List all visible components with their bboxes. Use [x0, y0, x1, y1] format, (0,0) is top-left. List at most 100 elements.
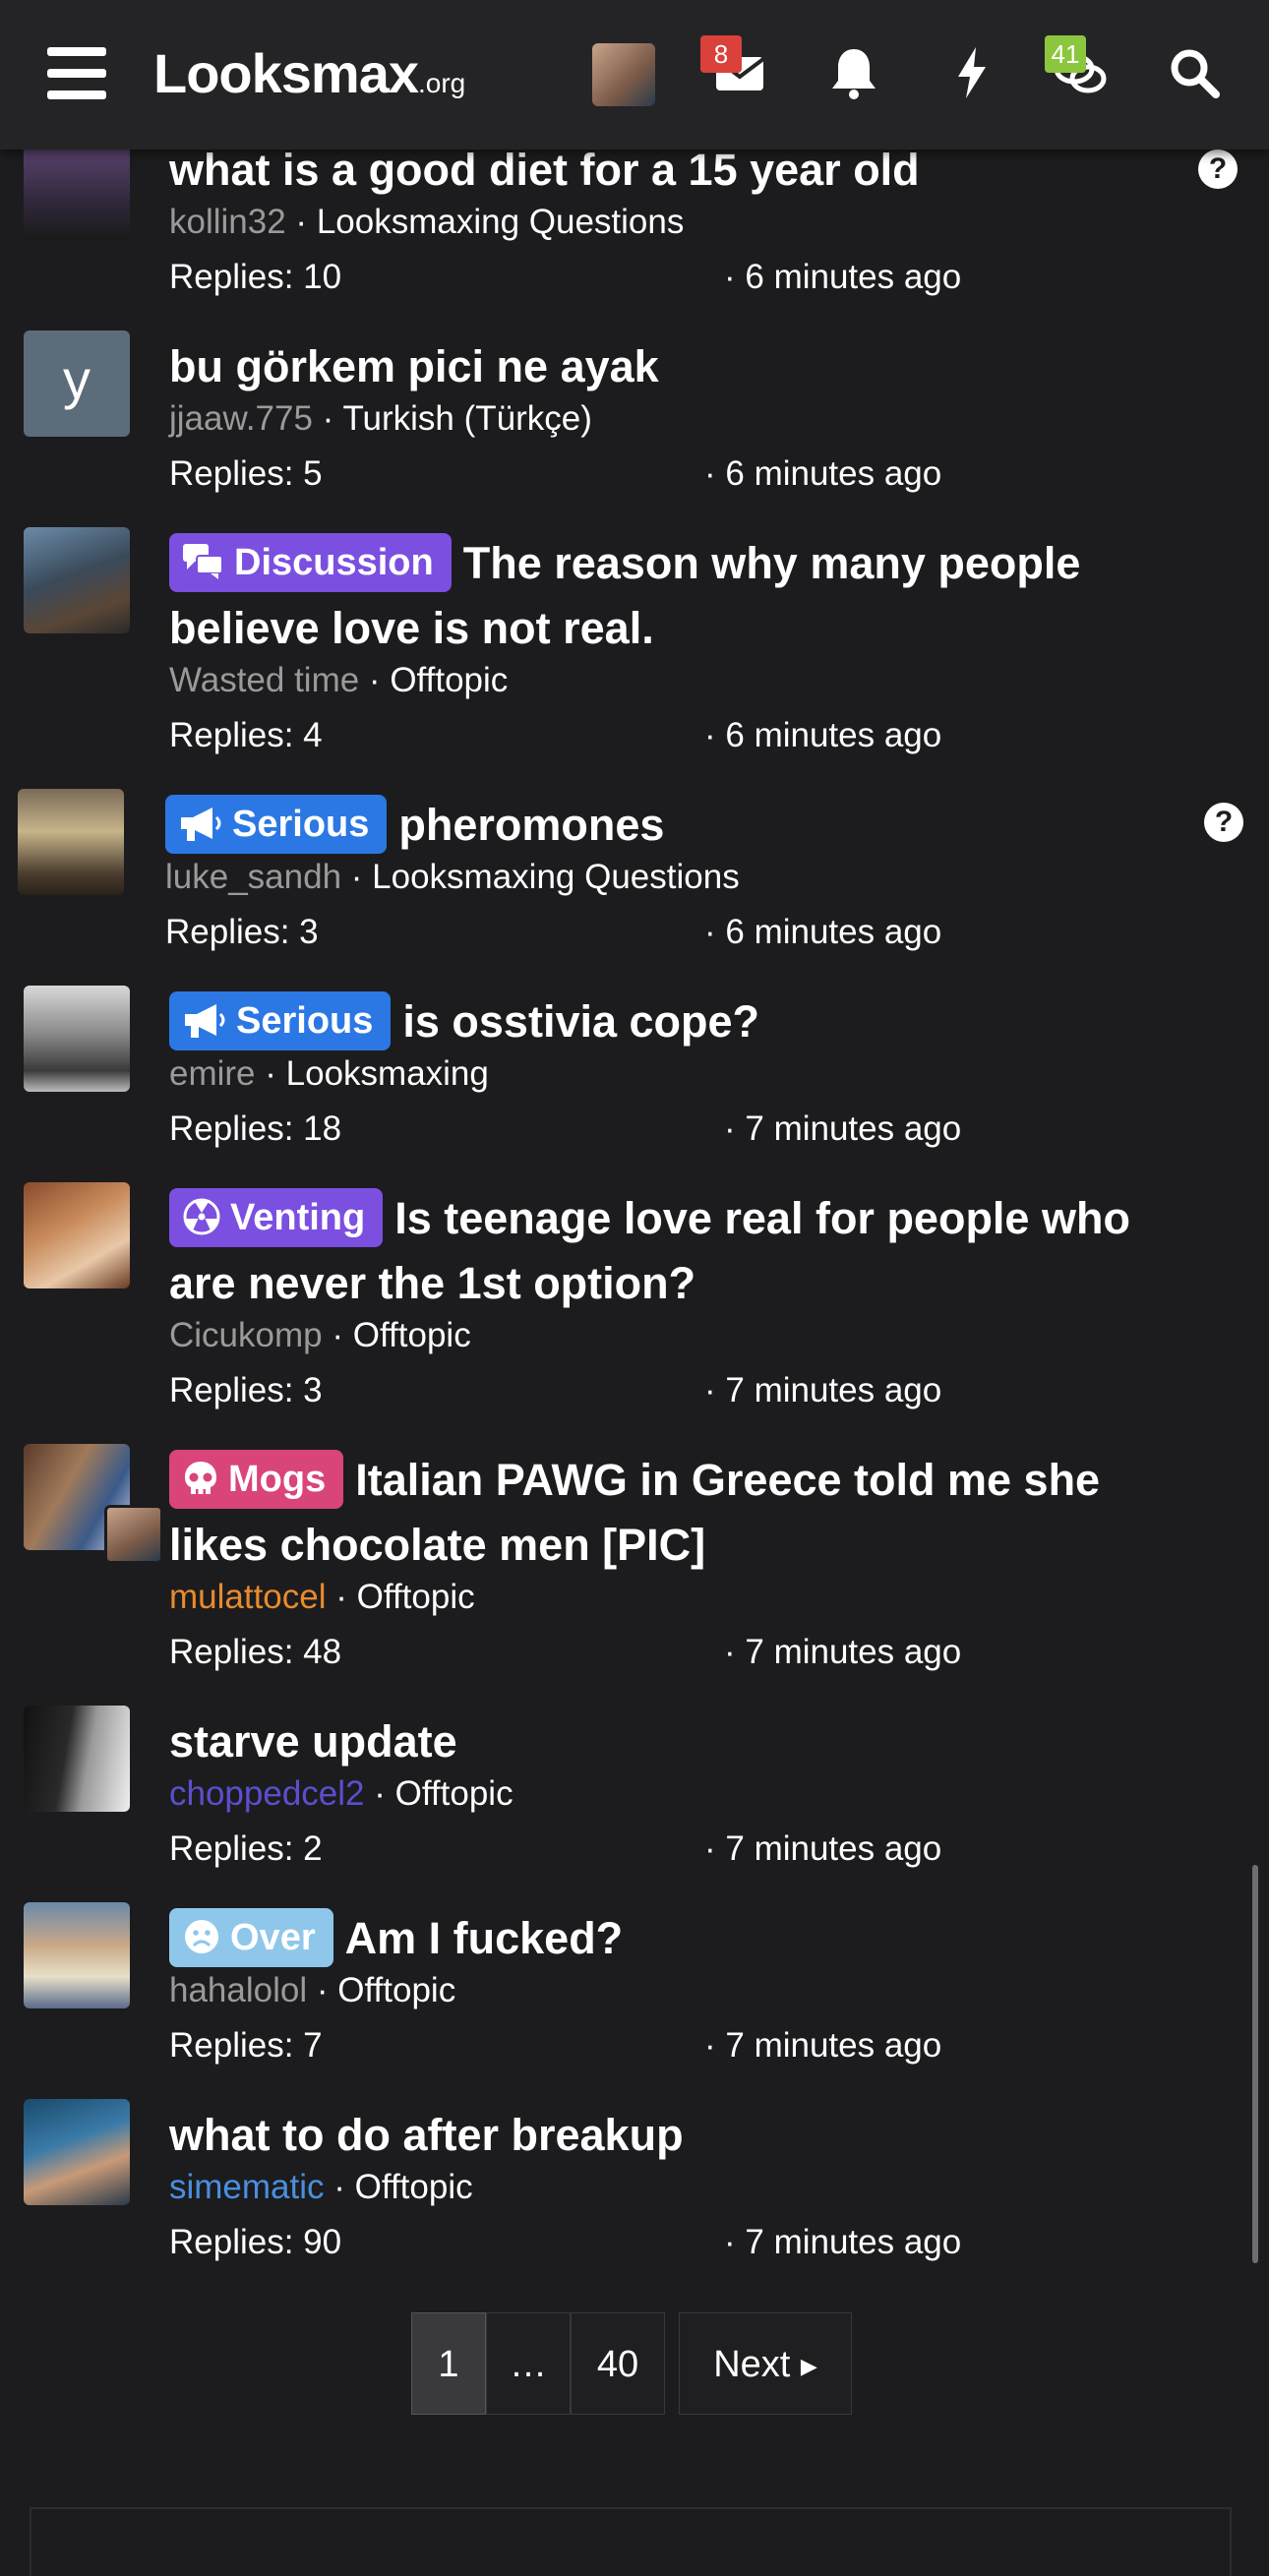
page-last[interactable]: 40 [571, 2312, 665, 2415]
lightning-icon[interactable] [942, 43, 1001, 102]
reply-count: Replies: 3 [169, 1371, 323, 1409]
bell-icon[interactable] [824, 43, 883, 102]
logo-main: Looksmax [153, 42, 419, 104]
alerts-badge: 41 [1045, 35, 1086, 73]
prefix-label[interactable]: Discussion [169, 533, 452, 592]
radiation-icon [183, 1198, 220, 1235]
prefix-label[interactable]: Over [169, 1908, 333, 1967]
thread-time: · 7 minutes ago [724, 1633, 962, 1671]
thread-time: · 6 minutes ago [704, 716, 942, 754]
prefix-label[interactable]: Serious [169, 991, 392, 1050]
thread-title[interactable]: Over Am I fucked? [169, 1906, 1192, 1971]
thread-meta: luke_sandh · Looksmaxing Questions [165, 858, 740, 896]
thread-time: · 6 minutes ago [704, 454, 942, 493]
caret-right-icon: ▶ [800, 2353, 817, 2378]
user-avatar[interactable] [592, 43, 655, 106]
site-logo[interactable]: Looksmax.org [153, 41, 465, 105]
thread-meta: emire · Looksmaxing [169, 1054, 489, 1093]
prefix-label[interactable]: Serious [165, 795, 388, 854]
avatar[interactable] [24, 2099, 130, 2205]
thread-time: · 7 minutes ago [704, 2026, 942, 2065]
inbox-badge: 8 [700, 35, 742, 73]
megaphone-icon [181, 807, 221, 841]
search-icon[interactable] [1165, 43, 1224, 102]
avatar[interactable] [24, 527, 130, 633]
thread-forum[interactable]: Offtopic [337, 1971, 455, 2009]
thread-title[interactable]: starve update [169, 1709, 1192, 1774]
thread-author[interactable]: emire [169, 1054, 256, 1093]
thread-forum[interactable]: Turkish (Türkçe) [342, 399, 591, 438]
speech-bubbles-icon [183, 543, 223, 579]
reply-count: Replies: 90 [169, 2223, 342, 2261]
thread-title[interactable]: Discussion The reason why many people bel… [169, 531, 1192, 661]
thread-author[interactable]: hahalolol [169, 1971, 307, 2009]
prefix-text: Discussion [234, 542, 434, 583]
prefix-text: Serious [232, 804, 370, 845]
thread-author[interactable]: luke_sandh [165, 858, 341, 896]
prefix-text: Serious [236, 1000, 374, 1042]
thread-title-text: is osstivia cope? [402, 996, 760, 1047]
prefix-text: Over [230, 1917, 316, 1958]
question-icon: ? [1198, 150, 1238, 189]
skull-icon [185, 1461, 216, 1495]
thread-title[interactable]: what to do after breakup [169, 2103, 1192, 2168]
thread-author[interactable]: Wasted time [169, 661, 359, 699]
logo-suffix: .org [418, 68, 466, 98]
prefix-text: Venting [230, 1197, 366, 1238]
reply-count: Replies: 48 [169, 1633, 342, 1671]
thread-title[interactable]: Serious is osstivia cope? [169, 989, 1192, 1054]
thread-author[interactable]: mulattocel [169, 1578, 327, 1616]
thread-author[interactable]: simematic [169, 2168, 325, 2206]
thread-meta: choppedcel2 · Offtopic [169, 1774, 514, 1813]
thread-time: · 7 minutes ago [704, 1829, 942, 1868]
thread-author[interactable]: Cicukomp [169, 1316, 323, 1354]
thread-title-text: pheromones [398, 800, 665, 850]
avatar[interactable] [24, 1706, 130, 1812]
prefix-label[interactable]: Venting [169, 1188, 384, 1247]
menu-icon[interactable] [47, 47, 106, 100]
reply-count: Replies: 7 [169, 2026, 323, 2065]
scrollbar[interactable] [1252, 1865, 1258, 2263]
thread-forum[interactable]: Offtopic [355, 2168, 473, 2206]
thread-author[interactable]: jjaaw.775 [169, 399, 313, 438]
thread-meta: simematic · Offtopic [169, 2168, 473, 2206]
thread-author[interactable]: choppedcel2 [169, 1774, 365, 1813]
avatar[interactable] [24, 1182, 130, 1288]
next-page-button[interactable]: Next ▶ [679, 2312, 852, 2415]
thread-author[interactable]: kollin32 [169, 203, 286, 241]
avatar[interactable] [24, 986, 130, 1092]
thread-forum[interactable]: Offtopic [357, 1578, 475, 1616]
participant-avatar[interactable] [104, 1505, 163, 1564]
thread-forum[interactable]: Offtopic [395, 1774, 514, 1813]
prefix-label[interactable]: Mogs [169, 1450, 344, 1509]
thread-title-text: Am I fucked? [344, 1913, 624, 1963]
reply-count: Replies: 3 [165, 913, 319, 951]
reply-count: Replies: 2 [169, 1829, 323, 1868]
avatar[interactable] [18, 789, 124, 895]
avatar-letter[interactable]: y [24, 330, 130, 437]
avatar[interactable] [24, 1902, 130, 2008]
thread-meta: mulattocel · Offtopic [169, 1578, 475, 1616]
thread-meta: Cicukomp · Offtopic [169, 1316, 471, 1354]
next-label: Next [713, 2344, 791, 2385]
thread-title[interactable]: Venting Is teenage love real for people w… [169, 1186, 1192, 1316]
thread-time: · 6 minutes ago [724, 258, 962, 296]
thread-title[interactable]: Mogs Italian PAWG in Greece told me she l… [169, 1448, 1192, 1578]
thread-forum[interactable]: Looksmaxing [286, 1054, 489, 1093]
thread-title[interactable]: bu görkem pici ne ayak [169, 334, 1192, 399]
thread-forum[interactable]: Offtopic [390, 661, 508, 699]
top-nav-bar: Looksmax.org 8 41 [0, 0, 1269, 150]
page-current[interactable]: 1 [411, 2312, 486, 2415]
thread-time: · 7 minutes ago [724, 2223, 962, 2261]
thread-meta: hahalolol · Offtopic [169, 1971, 456, 2009]
reply-count: Replies: 5 [169, 454, 323, 493]
page-ellipsis[interactable]: … [486, 2312, 571, 2415]
thread-forum[interactable]: Looksmaxing Questions [372, 858, 740, 896]
thread-forum[interactable]: Looksmaxing Questions [317, 203, 685, 241]
thread-meta: kollin32 · Looksmaxing Questions [169, 203, 685, 241]
reply-count: Replies: 10 [169, 258, 342, 296]
thread-forum[interactable]: Offtopic [353, 1316, 471, 1354]
thread-title[interactable]: Serious pheromones [165, 793, 1188, 858]
reply-count: Replies: 18 [169, 1109, 342, 1148]
footer-container [30, 2507, 1232, 2576]
